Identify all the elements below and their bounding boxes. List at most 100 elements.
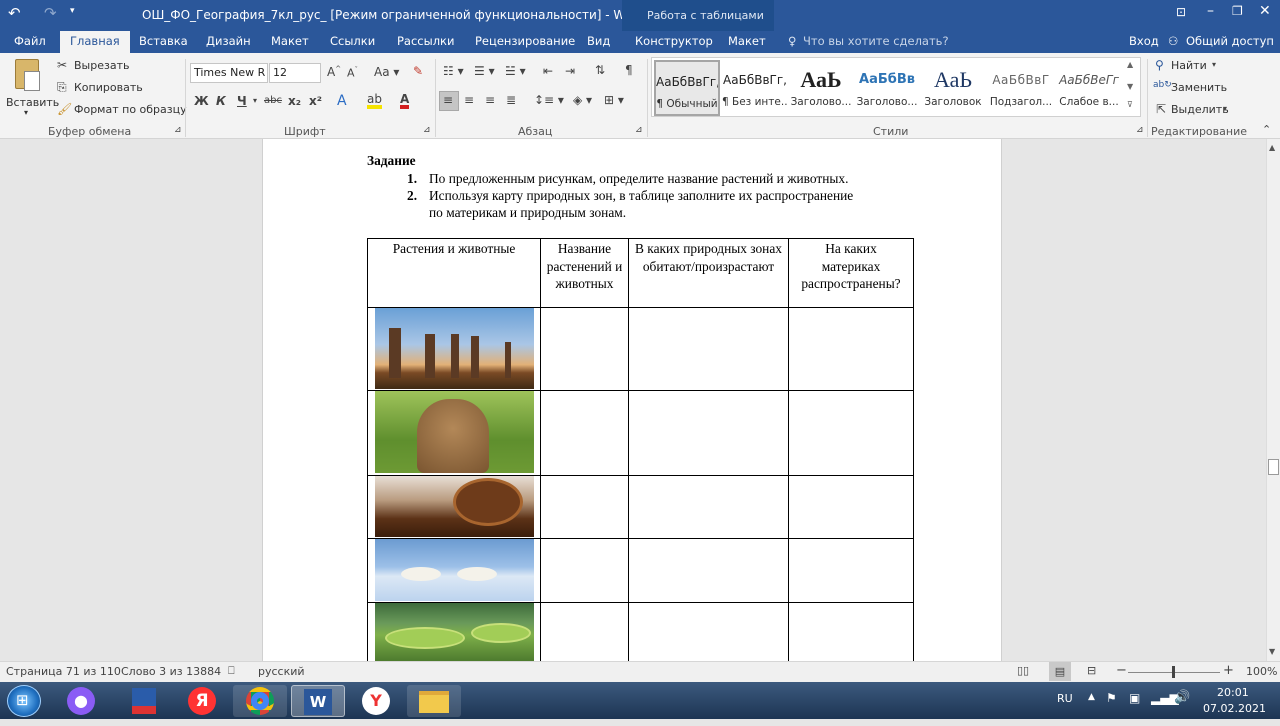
subscript-button[interactable]: x₂ — [288, 94, 301, 108]
superscript-button[interactable]: x² — [309, 94, 322, 108]
volume-icon[interactable]: 🔊 — [1174, 690, 1190, 705]
scroll-down-icon[interactable]: ▼ — [1269, 647, 1275, 656]
yandex-browser-icon[interactable]: Y — [349, 685, 403, 717]
find-button[interactable]: Найти — [1171, 59, 1207, 72]
find-icon[interactable]: ⚲ — [1155, 58, 1164, 72]
power-icon[interactable]: ▣ — [1129, 691, 1140, 705]
table-header-cell[interactable]: На каких материках распространены? — [790, 240, 912, 293]
read-mode-icon[interactable]: ▯▯ — [1017, 664, 1029, 677]
clipboard-launcher-icon[interactable]: ⊿ — [174, 125, 182, 135]
tab-insert[interactable]: Вставка — [139, 31, 188, 53]
victoria-water-lily-image[interactable] — [375, 603, 534, 661]
page-count[interactable]: Страница 71 из 110 — [6, 665, 121, 678]
underline-dropdown-icon[interactable]: ▾ — [253, 96, 257, 105]
polar-bears-image[interactable] — [375, 539, 534, 601]
minimize-icon[interactable]: – — [1207, 3, 1214, 19]
paste-button[interactable]: Вставить ▾ — [4, 57, 59, 119]
font-launcher-icon[interactable]: ⊿ — [423, 125, 431, 135]
sort-icon[interactable]: ⇅ — [595, 63, 605, 77]
underline-button[interactable]: Ч — [237, 94, 247, 108]
style-heading-1[interactable]: АаЬ Заголово... — [788, 60, 854, 116]
clock-date[interactable]: 07.02.2021 — [1203, 702, 1266, 715]
paragraph-launcher-icon[interactable]: ⊿ — [635, 125, 643, 135]
zoom-in-icon[interactable]: + — [1223, 663, 1234, 678]
text-effects-icon[interactable]: A — [337, 93, 347, 109]
style-subtitle[interactable]: АаБбВвГ Подзагол... — [988, 60, 1054, 116]
maximize-icon[interactable]: ❐ — [1232, 4, 1243, 18]
vertical-scrollbar[interactable]: ▲ ▼ — [1266, 139, 1280, 661]
tab-view[interactable]: Вид — [587, 31, 610, 53]
shrink-font-icon[interactable]: Aˇ — [347, 66, 358, 80]
line-spacing-icon[interactable]: ↕≡ ▾ — [534, 93, 564, 107]
find-dropdown-icon[interactable]: ▾ — [1212, 60, 1216, 69]
style-heading-2[interactable]: АаБбВв Заголово... — [854, 60, 920, 116]
close-icon[interactable]: ✕ — [1259, 3, 1271, 19]
table-header-cell[interactable]: В каких природных зонах обитают/произрас… — [630, 240, 787, 275]
proofing-icon[interactable]: ⎕ — [228, 664, 235, 678]
copy-icon[interactable]: ⎘ — [57, 80, 67, 95]
cut-button[interactable]: Вырезать — [74, 59, 129, 72]
yandex-icon[interactable]: Я — [175, 685, 229, 717]
redo-icon[interactable]: ↷ — [44, 4, 57, 22]
select-dropdown-icon[interactable]: ▾ — [1223, 104, 1227, 113]
gallery-scroll-down-icon[interactable]: ▼ — [1127, 82, 1133, 91]
show-hidden-icons-icon[interactable]: ▲ — [1088, 692, 1095, 702]
quick-access-dropdown-icon[interactable]: ▾ — [70, 6, 75, 16]
copy-button[interactable]: Копировать — [74, 81, 143, 94]
style-normal[interactable]: АаБбВвГг, ¶ Обычный — [654, 60, 720, 116]
clear-formatting-icon[interactable]: ✎ — [413, 64, 423, 78]
input-language[interactable]: RU — [1057, 692, 1073, 705]
table-header-cell[interactable]: Название растенений и животных — [542, 240, 627, 293]
zoom-level[interactable]: 100% — [1246, 665, 1277, 678]
format-painter-button[interactable]: Формат по образцу — [74, 103, 187, 116]
chrome-icon[interactable] — [233, 685, 287, 717]
print-layout-icon[interactable]: ▤ — [1049, 662, 1071, 681]
tell-me-input[interactable]: Что вы хотите сделать? — [803, 31, 949, 53]
zoom-slider-thumb[interactable] — [1172, 666, 1175, 678]
web-layout-icon[interactable]: ⊟ — [1087, 664, 1096, 677]
signin-link[interactable]: Вход — [1129, 31, 1159, 53]
tab-mailings[interactable]: Рассылки — [397, 31, 454, 53]
font-color-icon[interactable]: A — [400, 93, 410, 109]
borders-icon[interactable]: ⊞ ▾ — [604, 93, 624, 107]
numbering-icon[interactable]: ☰ ▾ — [474, 64, 495, 78]
font-size-combo[interactable]: 12 — [269, 63, 321, 83]
tab-references[interactable]: Ссылки — [330, 31, 375, 53]
font-name-combo[interactable]: Times New R — [190, 63, 268, 83]
shading-icon[interactable]: ◈ ▾ — [573, 93, 592, 107]
restore-ribbon-icon[interactable]: ⊡ — [1176, 5, 1186, 19]
file-explorer-icon[interactable] — [407, 685, 461, 717]
bullets-icon[interactable]: ☷ ▾ — [443, 64, 464, 78]
show-marks-icon[interactable]: ¶ — [625, 63, 633, 77]
justify-icon[interactable]: ≣ — [506, 93, 516, 107]
tab-review[interactable]: Рецензирование — [475, 31, 575, 53]
scroll-up-icon[interactable]: ▲ — [1269, 143, 1275, 152]
baobab-trees-image[interactable] — [375, 308, 534, 389]
document-page[interactable]: Задание 1. По предложенным рисункам, опр… — [262, 139, 1002, 661]
cocoa-beans-image[interactable] — [375, 476, 534, 537]
grow-font-icon[interactable]: A^ — [327, 65, 341, 79]
word-count[interactable]: Слово 3 из 13884 — [121, 665, 221, 678]
groundhog-image[interactable] — [375, 391, 534, 473]
save-disk-icon[interactable] — [117, 685, 171, 717]
select-button[interactable]: Выделить — [1171, 103, 1229, 116]
tab-file[interactable]: Файл — [14, 31, 46, 53]
highlight-icon[interactable]: ab — [367, 93, 382, 109]
strikethrough-button[interactable]: abc — [264, 95, 282, 106]
change-case-icon[interactable]: Aa ▾ — [374, 65, 399, 79]
decrease-indent-icon[interactable]: ⇤ — [543, 64, 553, 78]
alice-assistant-icon[interactable]: ● — [54, 685, 108, 717]
styles-launcher-icon[interactable]: ⊿ — [1136, 125, 1144, 135]
multilevel-list-icon[interactable]: ☱ ▾ — [505, 64, 526, 78]
align-right-icon[interactable]: ≡ — [485, 93, 495, 107]
italic-button[interactable]: К — [216, 94, 226, 108]
language-indicator[interactable]: русский — [258, 665, 305, 678]
select-icon[interactable]: ⇱ — [1156, 102, 1166, 116]
zoom-out-icon[interactable]: − — [1116, 663, 1127, 678]
tab-table-layout[interactable]: Макет — [728, 31, 766, 53]
scroll-thumb[interactable] — [1268, 459, 1279, 475]
replace-button[interactable]: Заменить — [1171, 81, 1227, 94]
increase-indent-icon[interactable]: ⇥ — [565, 64, 575, 78]
gallery-scroll-up-icon[interactable]: ▲ — [1127, 60, 1133, 69]
tab-design[interactable]: Дизайн — [206, 31, 251, 53]
